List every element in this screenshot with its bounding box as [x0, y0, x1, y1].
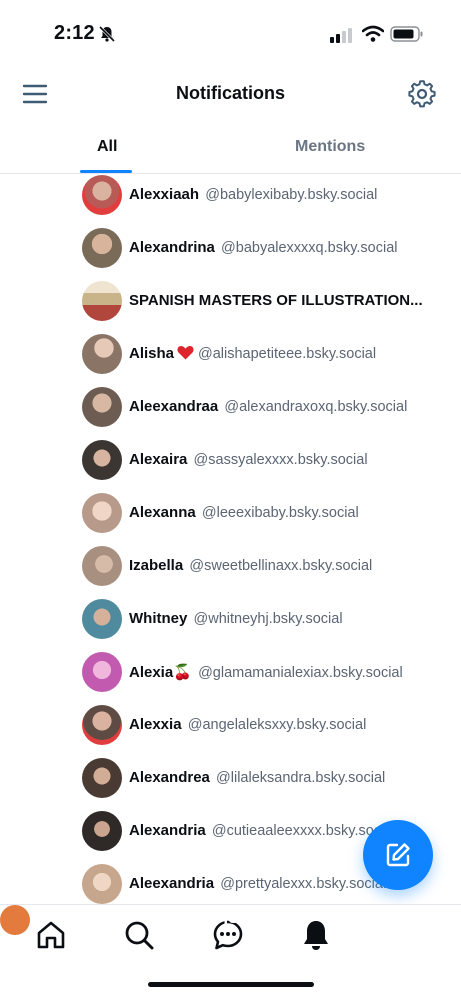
status-bar: 2:12 — [0, 0, 461, 64]
avatar[interactable] — [82, 387, 122, 427]
user-name[interactable]: Alisha — [129, 345, 174, 362]
avatar[interactable] — [82, 546, 122, 586]
user-handle: @sassyalexxxx.bsky.social — [193, 452, 368, 468]
avatar[interactable] — [82, 705, 122, 745]
header: Notifications — [0, 64, 461, 124]
list-item[interactable]: Izabella @sweetbellinaxx.bsky.social — [0, 539, 461, 592]
user-handle: @leeexibaby.bsky.social — [201, 505, 359, 521]
battery-icon — [390, 26, 423, 42]
user-handle: @babylexibaby.bsky.social — [205, 187, 378, 203]
avatar[interactable] — [82, 440, 122, 480]
user-handle: @lilaleksandra.bsky.social — [216, 770, 386, 786]
user-name[interactable]: Whitney — [129, 610, 187, 627]
list-item[interactable]: Alexxiaah @babylexibaby.bsky.social — [0, 168, 461, 221]
profile-avatar[interactable]: je — [0, 905, 238, 935]
bell-slash-icon — [98, 25, 116, 43]
heart-emoji-icon — [177, 346, 194, 360]
signal-icon — [330, 28, 352, 43]
profile-avatar-label: je — [223, 911, 238, 927]
user-handle: @whitneyhj.bsky.social — [193, 611, 343, 627]
compose-icon — [386, 843, 410, 867]
avatar[interactable] — [82, 493, 122, 533]
gear-icon[interactable] — [408, 80, 436, 108]
cherry-emoji-icon: 🍒 — [173, 664, 192, 681]
user-name[interactable]: Izabella — [129, 557, 183, 574]
list-item[interactable]: Alexanna @leeexibaby.bsky.social — [0, 486, 461, 539]
user-handle: @angelaleksxxy.bsky.social — [187, 717, 367, 733]
list-item[interactable]: Alexandrea @lilaleksandra.bsky.social — [0, 751, 461, 804]
avatar[interactable] — [82, 175, 122, 215]
user-handle: @sweetbellinaxx.bsky.social — [189, 558, 373, 574]
user-name[interactable]: Alexandrea — [129, 769, 210, 786]
tab-mentions[interactable]: Mentions — [295, 138, 365, 156]
wifi-icon — [362, 25, 384, 42]
user-name[interactable]: SPANISH MASTERS OF ILLUSTRATION... — [129, 292, 423, 309]
avatar[interactable] — [82, 758, 122, 798]
avatar[interactable] — [82, 652, 122, 692]
user-name[interactable]: Alexandrina — [129, 239, 215, 256]
tab-all[interactable]: All — [97, 138, 117, 156]
list-item[interactable]: Alisha @alishapetiteee.bsky.social — [0, 327, 461, 380]
tab-bar: All Mentions — [0, 124, 461, 174]
avatar[interactable] — [82, 334, 122, 374]
user-handle: @prettyalexxx.bsky.social — [220, 876, 387, 892]
user-name[interactable]: Aleexandria — [129, 875, 214, 892]
list-item[interactable]: Whitney @whitneyhj.bsky.social — [0, 592, 461, 645]
user-name[interactable]: Alexia — [129, 664, 173, 681]
status-time: 2:12 — [54, 22, 95, 44]
avatar[interactable] — [82, 599, 122, 639]
list-item[interactable]: Alexxia @angelaleksxxy.bsky.social — [0, 698, 461, 751]
list-item[interactable]: Alexandrina @babyalexxxxq.bsky.social — [0, 221, 461, 274]
user-handle: @alishapetiteee.bsky.social — [198, 346, 377, 362]
avatar[interactable] — [82, 811, 122, 851]
user-name[interactable]: Alexxia — [129, 716, 182, 733]
list-item[interactable]: Alexia🍒 @glamamanialexiax.bsky.social — [0, 645, 461, 698]
list-item[interactable]: Aleexandraa @alexandraxoxq.bsky.social — [0, 380, 461, 433]
user-handle: @alexandraxoxq.bsky.social — [224, 399, 408, 415]
notification-list[interactable]: Alexxiaah @babylexibaby.bsky.social Alex… — [0, 168, 461, 904]
avatar[interactable] — [82, 864, 122, 904]
avatar[interactable] — [82, 228, 122, 268]
user-name[interactable]: Alexaira — [129, 451, 187, 468]
home-indicator — [148, 982, 314, 987]
avatar[interactable] — [82, 281, 122, 321]
list-item[interactable]: Alexaira @sassyalexxxx.bsky.social — [0, 433, 461, 486]
user-name[interactable]: Alexandria — [129, 822, 206, 839]
user-name[interactable]: Alexxiaah — [129, 186, 199, 203]
user-name[interactable]: Aleexandraa — [129, 398, 218, 415]
user-handle: @glamamanialexiax.bsky.social — [198, 665, 403, 681]
compose-button[interactable] — [363, 820, 433, 890]
page-title: Notifications — [175, 83, 285, 103]
user-name[interactable]: Alexanna — [129, 504, 196, 521]
user-handle: @babyalexxxxq.bsky.social — [221, 240, 398, 256]
list-item[interactable]: SPANISH MASTERS OF ILLUSTRATION... — [0, 274, 461, 327]
